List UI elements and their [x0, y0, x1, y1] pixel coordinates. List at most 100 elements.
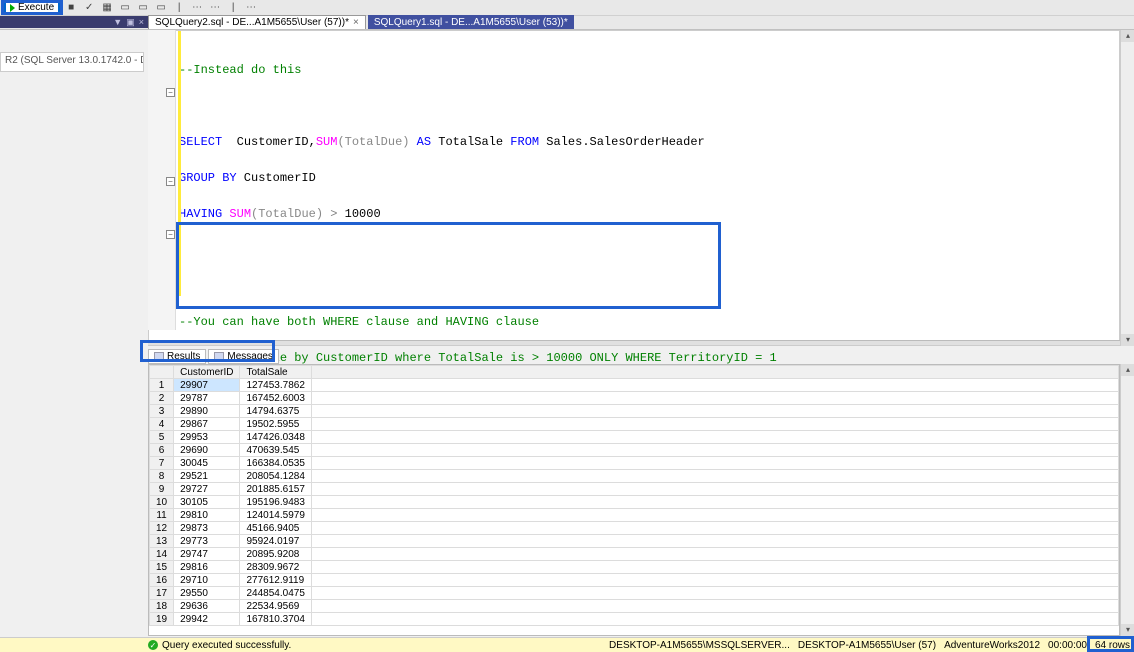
collapse-toggle-icon[interactable]: −: [166, 177, 175, 186]
cell-customerid[interactable]: 29787: [174, 392, 240, 405]
toolbar-icon[interactable]: ▦: [100, 1, 114, 15]
stop-icon[interactable]: ■: [64, 1, 78, 15]
table-row[interactable]: 132977395924.0197: [150, 535, 1119, 548]
cell-totalsale[interactable]: 208054.1284: [240, 470, 311, 483]
table-row[interactable]: 730045166384.0535: [150, 457, 1119, 470]
row-number: 7: [150, 457, 174, 470]
table-row[interactable]: 122987345166.9405: [150, 522, 1119, 535]
cell-customerid[interactable]: 29873: [174, 522, 240, 535]
cell-totalsale[interactable]: 95924.0197: [240, 535, 311, 548]
scroll-down-icon[interactable]: ▾: [1121, 624, 1134, 636]
cell-spacer: [311, 509, 1118, 522]
cell-customerid[interactable]: 29907: [174, 379, 240, 392]
sql-comment: --Instead do this: [179, 63, 301, 77]
cell-customerid[interactable]: 29636: [174, 600, 240, 613]
table-row[interactable]: 1629710277612.9119: [150, 574, 1119, 587]
cell-totalsale[interactable]: 201885.6157: [240, 483, 311, 496]
execute-button[interactable]: Execute: [4, 1, 60, 15]
collapse-toggle-icon[interactable]: −: [166, 230, 175, 239]
sql-editor[interactable]: --Instead do this SELECT CustomerID,SUM(…: [148, 30, 1134, 346]
table-row[interactable]: 229787167452.6003: [150, 392, 1119, 405]
tab-inactive[interactable]: SQLQuery1.sql - DE...A1M5655\User (53))*: [368, 15, 574, 29]
cell-customerid[interactable]: 29710: [174, 574, 240, 587]
results-tab[interactable]: Results: [148, 349, 206, 364]
cell-spacer: [311, 574, 1118, 587]
results-splitter[interactable]: [148, 340, 1134, 345]
cell-customerid[interactable]: 29773: [174, 535, 240, 548]
table-row[interactable]: 629690470639.545: [150, 444, 1119, 457]
cell-spacer: [311, 613, 1118, 626]
close-icon[interactable]: ×: [139, 17, 144, 27]
table-row[interactable]: 1030105195196.9483: [150, 496, 1119, 509]
cell-totalsale[interactable]: 277612.9119: [240, 574, 311, 587]
cell-totalsale[interactable]: 470639.545: [240, 444, 311, 457]
cell-customerid[interactable]: 29867: [174, 418, 240, 431]
pushpin-icon[interactable]: ▣: [126, 17, 135, 28]
cell-customerid[interactable]: 29521: [174, 470, 240, 483]
table-row[interactable]: 182963622534.9569: [150, 600, 1119, 613]
table-row[interactable]: 152981628309.9672: [150, 561, 1119, 574]
cell-totalsale[interactable]: 167810.3704: [240, 613, 311, 626]
cell-totalsale[interactable]: 244854.0475: [240, 587, 311, 600]
object-explorer-header: ▼ ▣ ×: [0, 16, 148, 28]
scroll-down-icon[interactable]: ▾: [1121, 334, 1134, 346]
cell-customerid[interactable]: 29942: [174, 613, 240, 626]
close-icon[interactable]: ×: [353, 17, 359, 28]
table-row[interactable]: 1129810124014.5979: [150, 509, 1119, 522]
toolbar-icon[interactable]: ⋯: [190, 1, 204, 15]
editor-scrollbar[interactable]: ▴ ▾: [1120, 30, 1134, 346]
row-number: 5: [150, 431, 174, 444]
toolbar-icon[interactable]: ▭: [136, 1, 150, 15]
cell-totalsale[interactable]: 195196.9483: [240, 496, 311, 509]
table-row[interactable]: 32989014794.6375: [150, 405, 1119, 418]
cell-totalsale[interactable]: 14794.6375: [240, 405, 311, 418]
scroll-up-icon[interactable]: ▴: [1121, 30, 1134, 42]
column-header[interactable]: TotalSale: [240, 366, 311, 379]
pin-icon[interactable]: ▼: [113, 17, 122, 27]
cell-totalsale[interactable]: 22534.9569: [240, 600, 311, 613]
cell-customerid[interactable]: 29816: [174, 561, 240, 574]
grid-scrollbar[interactable]: ▴ ▾: [1120, 364, 1134, 636]
cell-customerid[interactable]: 30105: [174, 496, 240, 509]
column-header[interactable]: CustomerID: [174, 366, 240, 379]
cell-customerid[interactable]: 29747: [174, 548, 240, 561]
toolbar-icon[interactable]: ▭: [118, 1, 132, 15]
messages-tab[interactable]: Messages: [208, 349, 279, 364]
toolbar-icon[interactable]: ⋯: [244, 1, 258, 15]
cell-customerid[interactable]: 29890: [174, 405, 240, 418]
cell-totalsale[interactable]: 19502.5955: [240, 418, 311, 431]
results-grid[interactable]: CustomerID TotalSale 129907127453.786222…: [148, 364, 1120, 636]
parse-check-icon[interactable]: ✓: [82, 1, 96, 15]
execute-label: Execute: [18, 2, 54, 13]
table-row[interactable]: 1729550244854.0475: [150, 587, 1119, 600]
document-tabs: SQLQuery2.sql - DE...A1M5655\User (57))*…: [0, 16, 1134, 30]
cell-customerid[interactable]: 29550: [174, 587, 240, 600]
cell-totalsale[interactable]: 147426.0348: [240, 431, 311, 444]
cell-customerid[interactable]: 29690: [174, 444, 240, 457]
scroll-up-icon[interactable]: ▴: [1121, 364, 1134, 376]
cell-totalsale[interactable]: 127453.7862: [240, 379, 311, 392]
toolbar-icon[interactable]: ▭: [154, 1, 168, 15]
server-node[interactable]: R2 (SQL Server 13.0.1742.0 - DESKTOP-A: [0, 52, 144, 72]
cell-customerid[interactable]: 29727: [174, 483, 240, 496]
cell-customerid[interactable]: 29953: [174, 431, 240, 444]
cell-customerid[interactable]: 30045: [174, 457, 240, 470]
cell-totalsale[interactable]: 28309.9672: [240, 561, 311, 574]
table-row[interactable]: 142974720895.9208: [150, 548, 1119, 561]
cell-totalsale[interactable]: 124014.5979: [240, 509, 311, 522]
editor-content[interactable]: --Instead do this SELECT CustomerID,SUM(…: [148, 30, 1120, 346]
collapse-toggle-icon[interactable]: −: [166, 88, 175, 97]
table-row[interactable]: 1929942167810.3704: [150, 613, 1119, 626]
cell-totalsale[interactable]: 166384.0535: [240, 457, 311, 470]
cell-totalsale[interactable]: 45166.9405: [240, 522, 311, 535]
table-row[interactable]: 129907127453.7862: [150, 379, 1119, 392]
table-row[interactable]: 829521208054.1284: [150, 470, 1119, 483]
cell-customerid[interactable]: 29810: [174, 509, 240, 522]
cell-totalsale[interactable]: 20895.9208: [240, 548, 311, 561]
toolbar-icon[interactable]: ⋯: [208, 1, 222, 15]
table-row[interactable]: 929727201885.6157: [150, 483, 1119, 496]
table-row[interactable]: 529953147426.0348: [150, 431, 1119, 444]
tab-active[interactable]: SQLQuery2.sql - DE...A1M5655\User (57))*…: [148, 15, 366, 29]
cell-totalsale[interactable]: 167452.6003: [240, 392, 311, 405]
table-row[interactable]: 42986719502.5955: [150, 418, 1119, 431]
